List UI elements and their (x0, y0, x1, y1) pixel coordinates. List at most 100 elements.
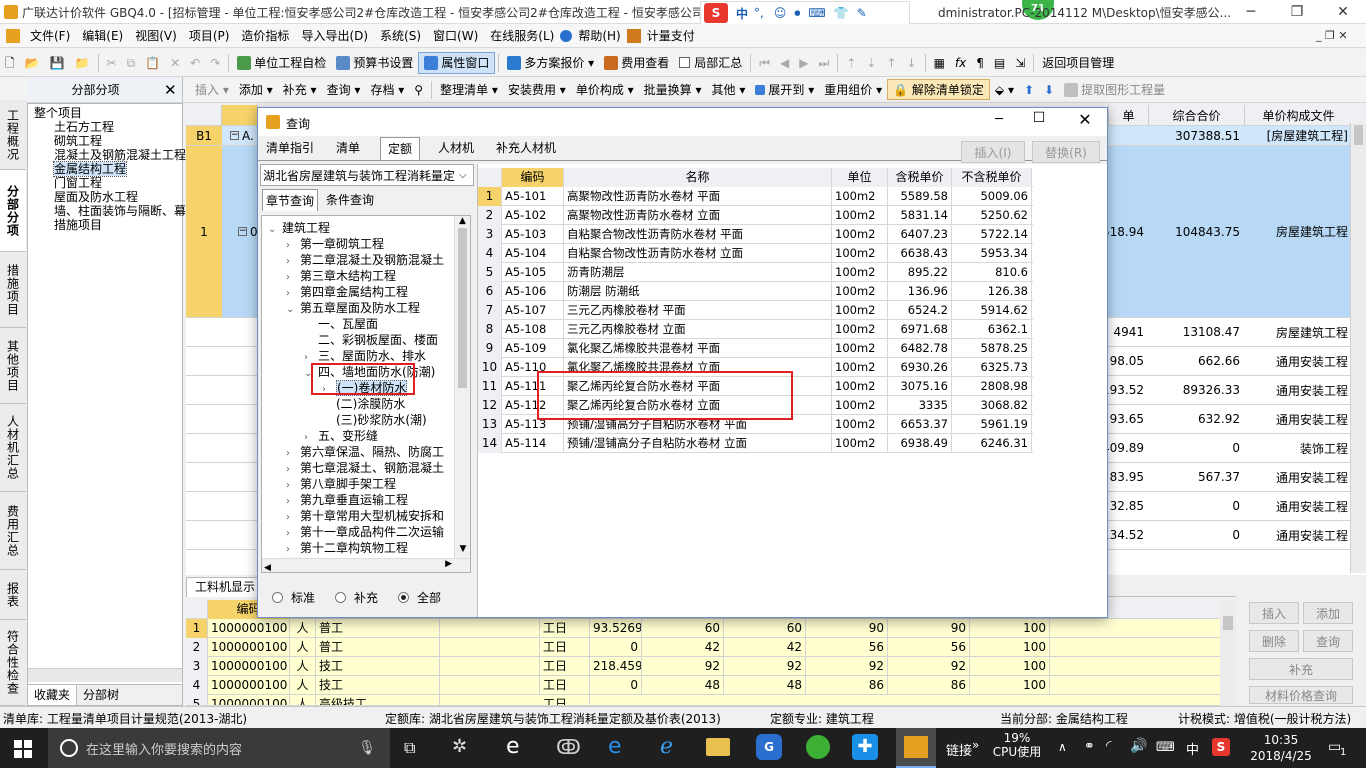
links-chevron-icon[interactable]: » (972, 738, 979, 752)
batch-convert-button[interactable]: 批量换算 ▾ (639, 77, 707, 103)
search-input[interactable]: 在这里输入你要搜索的内容 (86, 739, 242, 758)
paint-icon[interactable]: ⬙ ▾ (990, 77, 1019, 103)
bottom-vscroll[interactable] (1220, 600, 1236, 706)
mic-icon[interactable]: ⏺ (794, 6, 800, 21)
table-row[interactable]: 4 1000000100 人 技工 工日 0 48 48 86 86 100 (186, 676, 1236, 695)
radio-all-icon[interactable] (398, 591, 410, 603)
pinwheel-app-icon[interactable]: ✲ (452, 736, 467, 757)
query-button[interactable]: 查询 ▾ (322, 77, 366, 103)
dialog-maximize-icon[interactable]: ☐ (1024, 110, 1054, 126)
tab-favorites[interactable]: 收藏夹 (28, 685, 78, 705)
menu-online[interactable]: 在线服务(L) (484, 24, 560, 48)
close-icon[interactable]: ✕ (1320, 0, 1366, 24)
table-row[interactable]: 3 1000000100 人 技工 工日 218.4595 92 92 92 9… (186, 657, 1236, 676)
dialog-close-icon[interactable]: ✕ (1070, 110, 1100, 129)
query-row-button[interactable]: 查询 (1303, 630, 1353, 652)
move-up-icon[interactable]: ⇡ (841, 50, 861, 76)
folder-icon[interactable]: 📁 (70, 50, 95, 76)
binoculars-icon[interactable]: ⚲ (409, 77, 428, 103)
copy-icon[interactable]: ⧉ (122, 50, 141, 76)
vtab-measures[interactable]: 措施项目 (0, 252, 26, 328)
budget-settings-button[interactable]: 预算书设置 (331, 50, 418, 76)
table-row[interactable]: 14 A5-114 预铺/湿铺高分子自粘防水卷材 立面 100m2 6938.49 624… (478, 434, 1033, 453)
vtab-items[interactable]: 分部分项 (0, 170, 26, 252)
clock[interactable]: 10:35 2018/4/25 (1246, 732, 1316, 764)
add-row-button[interactable]: 添加 (1303, 602, 1353, 624)
scroll-thumb[interactable] (1354, 125, 1363, 145)
ime-mode-label[interactable]: 中 (736, 5, 748, 22)
green-app-icon[interactable] (806, 735, 830, 759)
tree-vscroll[interactable]: ▲ ▼ (454, 216, 470, 558)
table-row[interactable]: 7 A5-107 三元乙丙橡胶卷材 平面 100m2 6524.2 5914.62 (478, 301, 1033, 320)
table-row[interactable]: 8 A5-108 三元乙丙橡胶卷材 立面 100m2 6971.68 6362.1 (478, 320, 1033, 339)
tree-node[interactable]: ⌄ 第五章屋面及防水工程 (286, 300, 420, 316)
table-row[interactable]: 2 A5-102 高聚物改性沥青防水卷材 立面 100m2 5831.14 5250.62 (478, 206, 1033, 225)
tray-chevron-icon[interactable]: ∧ (1058, 740, 1067, 754)
export-icon[interactable]: ⇲ (1010, 50, 1030, 76)
table-row[interactable]: 3 A5-103 自粘聚合物改性沥青防水卷材 平面 100m2 6407.23 5722.… (478, 225, 1033, 244)
tree-item-selected[interactable]: 金属结构工程 (52, 161, 128, 177)
radio-standard-icon[interactable] (272, 591, 283, 603)
tree-item[interactable]: 混凝土及钢筋混凝土工程 (34, 148, 186, 162)
table-row[interactable]: 4 A5-104 自粘聚合物改性沥青防水卷材 立面 100m2 6638.43 5953.… (478, 244, 1033, 263)
open-icon[interactable]: 📂 (20, 50, 45, 76)
arrow-down-icon[interactable]: ↓ (902, 50, 922, 76)
vtab-fee-summary[interactable]: 费用汇总 (0, 492, 26, 570)
menu-edit[interactable]: 编辑(E) (76, 24, 129, 48)
main-vscroll[interactable] (1350, 123, 1366, 573)
menu-cost-index[interactable]: 造价指标 (235, 24, 295, 48)
swirl-app-icon[interactable]: ↂ (556, 735, 581, 759)
skin-icon[interactable]: 👕 (834, 6, 849, 20)
table-row[interactable]: 9 A5-109 氯化聚乙烯橡胶共混卷材 平面 100m2 6482.78 5878.25 (478, 339, 1033, 358)
tree-node[interactable]: › 第七章混凝土、钢筋混凝土 (286, 460, 444, 476)
undo-icon[interactable]: ↶ (185, 50, 205, 76)
tools-icon[interactable]: ✎ (857, 6, 867, 20)
glodon-g-icon[interactable]: G (756, 734, 782, 760)
tree-node[interactable]: › 第八章脚手架工程 (286, 476, 396, 492)
minimize-icon[interactable]: ─ (1228, 0, 1274, 24)
tab-list-guide[interactable]: 清单指引 (262, 137, 318, 160)
links-toolbar[interactable]: 链接 (946, 740, 972, 759)
insert-button[interactable]: 插入(I) (961, 141, 1025, 163)
up-arrow-icon[interactable]: ⬆ (1019, 77, 1039, 103)
tree-root[interactable]: 整个项目 (34, 106, 182, 120)
organize-list-button[interactable]: 整理清单 ▾ (435, 77, 503, 103)
emoji-icon[interactable]: ☺ (774, 6, 787, 20)
supplement-button[interactable]: 补充 ▾ (278, 77, 322, 103)
nav-next-icon[interactable]: ▶ (794, 50, 813, 76)
menu-window[interactable]: 窗口(W) (427, 24, 484, 48)
edge-icon[interactable]: e (608, 734, 622, 759)
grid-icon[interactable]: ▤ (989, 50, 1010, 76)
tree-node[interactable]: 二、彩钢板屋面、楼面 (304, 332, 438, 348)
archive-button[interactable]: 存档 ▾ (365, 77, 409, 103)
tree-item[interactable]: 砌筑工程 (34, 134, 182, 148)
expanded-chevron-icon[interactable]: ⌄ (268, 222, 282, 238)
task-view-icon[interactable]: ⧉ (404, 738, 415, 758)
radio-supplement-icon[interactable] (335, 591, 347, 603)
radio-all-label[interactable]: 全部 (417, 589, 441, 606)
expanded-chevron-icon[interactable]: ⌄ (286, 302, 300, 318)
multi-scheme-button[interactable]: 多方案报价 ▾ (502, 50, 599, 76)
radio-standard-label[interactable]: 标准 (291, 589, 315, 606)
menu-help[interactable]: 帮助(H) (572, 24, 626, 48)
ime-lang-label[interactable]: 中 (1186, 739, 1199, 758)
tab-list[interactable]: 清单 (328, 137, 368, 160)
vtab-report[interactable]: 报表 (0, 570, 26, 620)
collapse-icon[interactable]: − (230, 131, 239, 140)
ie-icon[interactable]: e (506, 734, 520, 759)
new-icon[interactable]: 🗋 (0, 50, 20, 76)
tree-node[interactable]: ⌄ 建筑工程 (268, 220, 330, 236)
paste-icon[interactable]: 📋 (140, 50, 165, 76)
install-fee-button[interactable]: 安装费用 ▾ (503, 77, 571, 103)
expand-to-button[interactable]: 展开到 ▾ (750, 77, 819, 103)
delete-row-button[interactable]: 删除 (1249, 630, 1299, 652)
delete-icon[interactable]: ✕ (165, 50, 185, 76)
tree-node[interactable]: › 第一章砌筑工程 (286, 236, 384, 252)
price-composition-button[interactable]: 单价构成 ▾ (571, 77, 639, 103)
table-row[interactable]: 5 1000000100 人 高级技工 工日 (186, 695, 1236, 706)
tree-item[interactable]: 墙、柱面装饰与隔断、幕 (34, 204, 186, 218)
self-check-button[interactable]: 单位工程自检 (232, 50, 331, 76)
panel-close-icon[interactable]: ✕ (164, 81, 182, 99)
tree-node[interactable]: › 三、屋面防水、排水 (304, 348, 426, 364)
menu-import-export[interactable]: 导入导出(D) (295, 24, 374, 48)
